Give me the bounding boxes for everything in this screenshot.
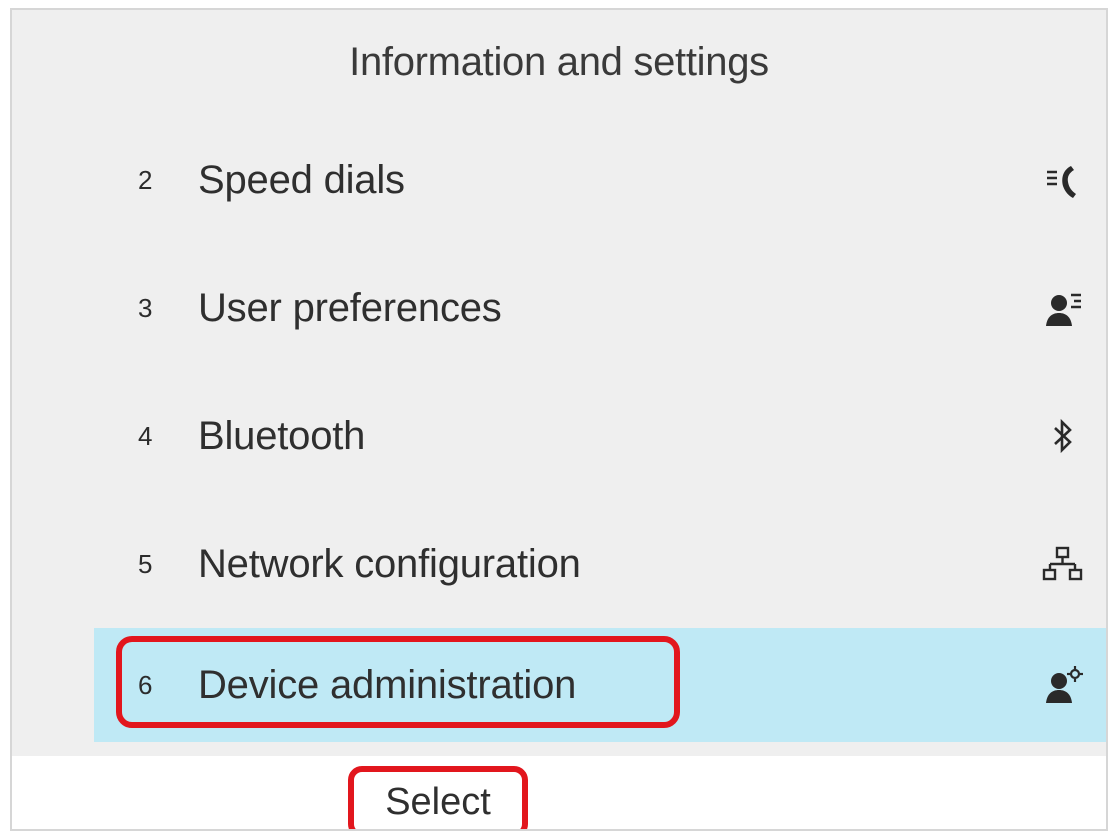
select-button[interactable]: Select — [348, 766, 528, 829]
menu-item-speed-dials[interactable]: 2 Speed dials — [94, 116, 1106, 244]
menu-item-number: 6 — [138, 669, 153, 700]
phone-display-frame: Information and settings 2 Speed dials 3… — [0, 0, 1110, 837]
menu-item-label: User preferences — [198, 285, 502, 330]
softkey-bar: Select — [12, 756, 1106, 829]
network-icon — [1038, 539, 1088, 589]
menu-item-user-preferences[interactable]: 3 User preferences — [94, 244, 1106, 372]
menu-item-number: 4 — [138, 420, 153, 451]
menu-item-label: Network configuration — [198, 541, 581, 586]
menu-item-device-administration[interactable]: 6 Device administration — [94, 628, 1106, 742]
phone-screen: Information and settings 2 Speed dials 3… — [10, 8, 1108, 831]
speed-dial-icon — [1038, 155, 1088, 205]
settings-menu: 2 Speed dials 3 User preferences 4 Bluet… — [94, 116, 1106, 742]
menu-item-number: 3 — [138, 292, 153, 323]
menu-item-label: Bluetooth — [198, 413, 366, 458]
menu-item-number: 2 — [138, 164, 153, 195]
menu-item-network-configuration[interactable]: 5 Network configuration — [94, 500, 1106, 628]
bluetooth-icon — [1038, 411, 1088, 461]
menu-item-bluetooth[interactable]: 4 Bluetooth — [94, 372, 1106, 500]
user-preferences-icon — [1038, 283, 1088, 333]
page-title: Information and settings — [349, 40, 769, 84]
menu-item-label: Device administration — [198, 662, 577, 707]
menu-item-label: Speed dials — [198, 157, 405, 202]
device-admin-icon — [1038, 660, 1088, 710]
menu-item-number: 5 — [138, 548, 153, 579]
